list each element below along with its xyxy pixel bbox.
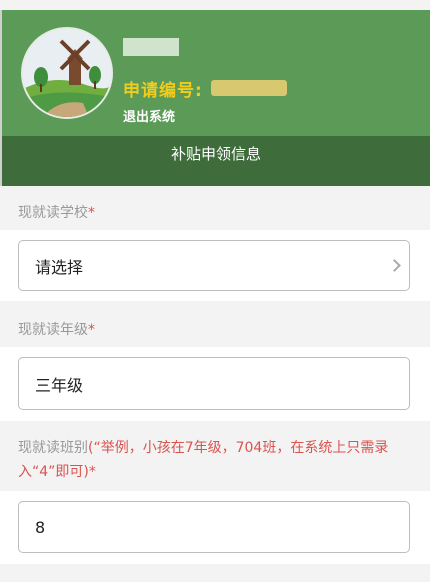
section-header: 补贴申领信息 xyxy=(0,136,430,186)
username xyxy=(123,38,179,56)
grade-label: 现就读年级* xyxy=(18,319,95,339)
school-label-text: 现就读学校 xyxy=(18,205,88,221)
application-number-label: 申请编号: xyxy=(123,80,203,101)
top-strip xyxy=(0,0,430,10)
school-select[interactable]: 请选择 xyxy=(18,240,410,291)
class-input-value: 8 xyxy=(35,517,46,537)
class-input[interactable]: 8 xyxy=(18,501,410,553)
chevron-right-icon xyxy=(388,258,401,272)
class-label: 现就读班别(“举例，小孩在7年级，704班，在系统上只需录入“4”即可)* xyxy=(18,436,413,484)
profile-header: 申请编号: 退出系统 xyxy=(0,10,430,136)
application-number-row: 申请编号: xyxy=(123,77,287,101)
grade-input-value: 三年级 xyxy=(35,375,84,395)
grade-input[interactable]: 三年级 xyxy=(18,357,410,410)
application-number-value xyxy=(210,80,287,96)
avatar xyxy=(21,27,113,119)
section-title: 补贴申领信息 xyxy=(170,144,261,163)
school-label: 现就读学校* xyxy=(18,202,95,222)
grade-label-text: 现就读年级 xyxy=(18,322,88,338)
class-label-text: 现就读班别 xyxy=(18,440,88,456)
logout-link[interactable]: 退出系统 xyxy=(123,106,175,125)
school-required-mark: * xyxy=(88,205,95,221)
school-select-value: 请选择 xyxy=(35,257,84,277)
grade-required-mark: * xyxy=(88,322,95,338)
